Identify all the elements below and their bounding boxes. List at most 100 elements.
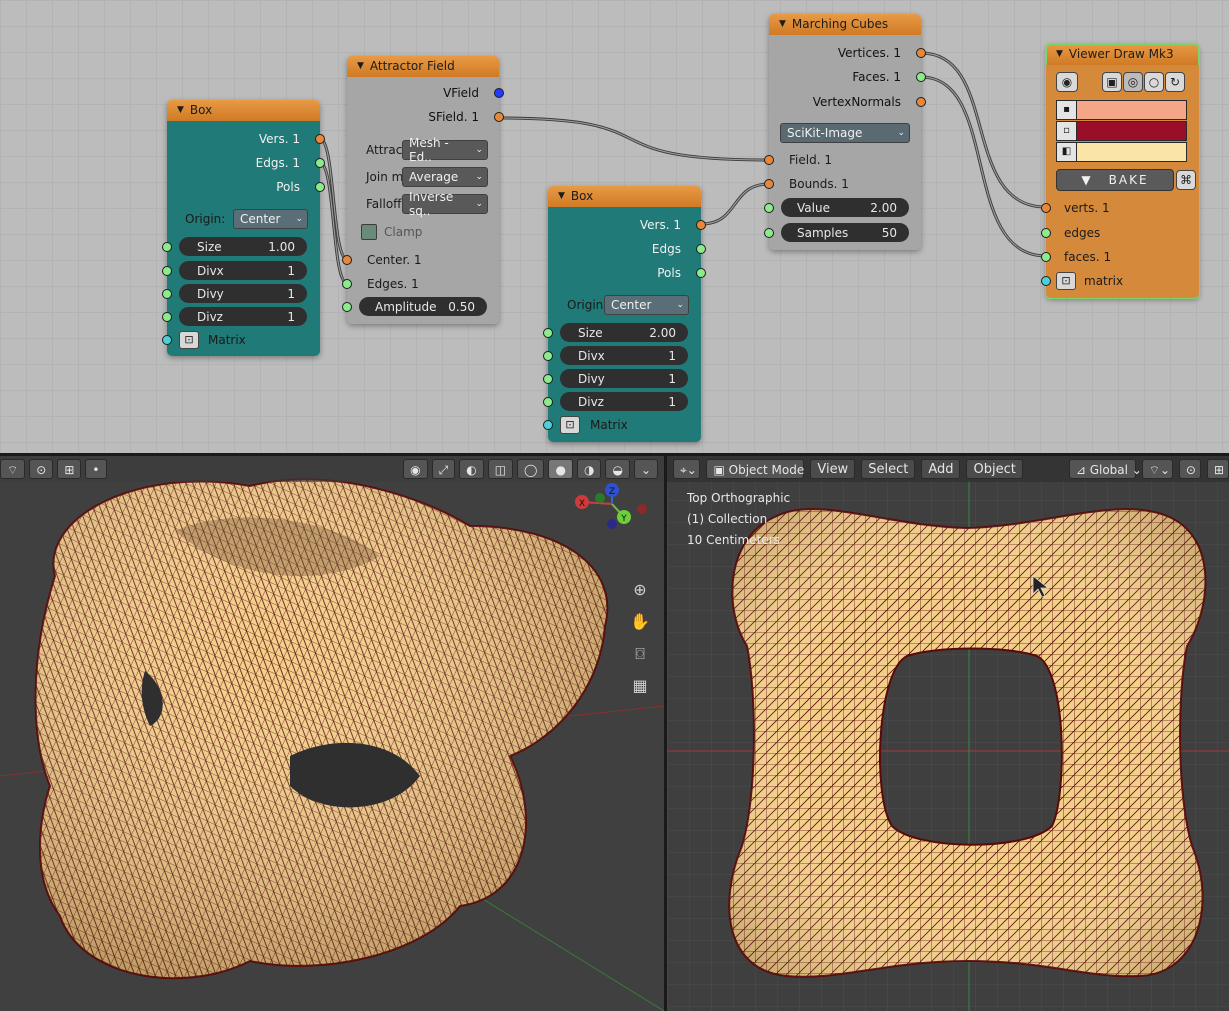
material-shading-icon[interactable]: ◑: [576, 459, 602, 479]
amplitude-field[interactable]: Amplitude 0.50: [359, 297, 487, 316]
collapse-arrow-icon[interactable]: ▼: [779, 14, 786, 35]
snap-icon[interactable]: ⊙: [29, 459, 54, 479]
gizmo-toggle-icon[interactable]: ⤢: [431, 459, 456, 479]
face-color-swatch[interactable]: [1077, 143, 1186, 161]
menu-add[interactable]: Add: [921, 459, 961, 479]
pols-socket[interactable]: [315, 182, 325, 192]
viewport-perspective[interactable]: X Y Z ⌔ ⊙ ⊞ • ◉ ⤢ ◐ ◫ ◯ ● ◑ ◒ ⌄ ⊕ ✋ ⌼ ▦: [0, 456, 664, 1011]
edge-color-row[interactable]: ▫: [1056, 121, 1187, 141]
matrix-icon[interactable]: ⊡: [1056, 272, 1076, 290]
falloff-dropdown[interactable]: Inverse sq.. ⌄: [402, 190, 488, 218]
cube-icon[interactable]: ▣: [1102, 72, 1122, 92]
divy-field[interactable]: Divy 1: [179, 284, 307, 303]
refresh-icon[interactable]: ↻: [1165, 72, 1185, 92]
divx-socket[interactable]: [162, 266, 172, 276]
center-socket[interactable]: [342, 255, 352, 265]
vfield-socket[interactable]: [494, 88, 504, 98]
editor-type-icon[interactable]: ⌖⌄: [673, 459, 701, 479]
vers-socket[interactable]: [315, 134, 325, 144]
divy-field[interactable]: Divy 1: [560, 369, 688, 388]
sphere-icon[interactable]: ◎: [1123, 72, 1143, 92]
vertexnormals-socket[interactable]: [916, 97, 926, 107]
divx-field[interactable]: Divx 1: [560, 346, 688, 365]
solid-shading-icon[interactable]: ●: [548, 459, 573, 479]
mode-dropdown[interactable]: ▣ Object Mode ⌄: [706, 459, 818, 479]
box-node-1-header[interactable]: ▼ Box: [167, 100, 320, 121]
snap-target-icon[interactable]: ⊞: [1206, 459, 1229, 479]
attract-dropdown[interactable]: Mesh - Ed.. ⌄: [402, 136, 488, 164]
vertex-color-row[interactable]: ▪: [1056, 100, 1187, 120]
join-dropdown[interactable]: Average ⌄: [402, 167, 488, 187]
edges-socket[interactable]: [1041, 228, 1051, 238]
collapse-arrow-icon[interactable]: ▼: [558, 186, 565, 207]
box-node-2[interactable]: ▼ Box Vers. 1 Edgs Pols Origin: Center ⌄ …: [543, 186, 706, 442]
edgs-socket[interactable]: [315, 158, 325, 168]
pols-socket[interactable]: [696, 268, 706, 278]
size-field[interactable]: Size 1.00: [179, 237, 307, 256]
hand-icon[interactable]: ✋: [628, 610, 652, 634]
xray-icon[interactable]: ◫: [487, 459, 514, 479]
matrix-icon[interactable]: ⊡: [560, 416, 580, 434]
matrix-socket[interactable]: [162, 335, 172, 345]
bake-button[interactable]: ▼ BAKE: [1056, 169, 1174, 191]
viewer-header[interactable]: ▼ Viewer Draw Mk3: [1046, 44, 1199, 65]
matrix-socket[interactable]: [1041, 276, 1051, 286]
node-editor[interactable]: ▼ Box Vers. 1 Edgs. 1 Pols Origin: Cente…: [0, 0, 1229, 455]
viewport-top-orthographic[interactable]: ⌖⌄ ▣ Object Mode ⌄ View Select Add Objec…: [667, 456, 1229, 1011]
divz-field[interactable]: Divz 1: [560, 392, 688, 411]
face-color-row[interactable]: ◧: [1056, 142, 1187, 162]
value-socket[interactable]: [764, 203, 774, 213]
divx-field[interactable]: Divx 1: [179, 261, 307, 280]
orientation-dropdown[interactable]: ⊿ Global ⌄: [1068, 459, 1142, 479]
camera-icon[interactable]: ⌼: [628, 642, 652, 666]
vers-socket[interactable]: [696, 220, 706, 230]
vertex-color-swatch[interactable]: [1077, 101, 1186, 119]
clamp-checkbox[interactable]: [361, 224, 377, 240]
field-socket[interactable]: [764, 155, 774, 165]
divy-socket[interactable]: [162, 289, 172, 299]
faces-socket[interactable]: [916, 72, 926, 82]
divz-field[interactable]: Divz 1: [179, 307, 307, 326]
overlays-icon[interactable]: ◐: [459, 459, 484, 479]
attractor-field-node[interactable]: ▼ Attractor Field VField SField. 1 Attra…: [342, 56, 504, 324]
vertices-socket[interactable]: [916, 48, 926, 58]
attractor-header[interactable]: ▼ Attractor Field: [347, 56, 499, 77]
transform-pivot-icon[interactable]: ⌔: [0, 459, 26, 479]
settings-icon[interactable]: ⌘: [1176, 170, 1196, 190]
menu-object[interactable]: Object: [966, 459, 1023, 479]
zoom-icon[interactable]: ⊕: [628, 578, 652, 602]
menu-select[interactable]: Select: [861, 459, 916, 479]
collapse-arrow-icon[interactable]: ▼: [1056, 44, 1063, 65]
proportional-icon[interactable]: •: [85, 459, 108, 479]
visibility-icon[interactable]: ◉: [403, 459, 428, 479]
marching-header[interactable]: ▼ Marching Cubes: [769, 14, 921, 35]
samples-socket[interactable]: [764, 228, 774, 238]
box-node-1[interactable]: ▼ Box Vers. 1 Edgs. 1 Pols Origin: Cente…: [162, 100, 325, 356]
divz-socket[interactable]: [543, 397, 553, 407]
snap-icon[interactable]: ⊙: [1178, 459, 1201, 479]
snap-target-icon[interactable]: ⊞: [57, 459, 82, 479]
eye-icon[interactable]: ◉: [1056, 72, 1078, 92]
pivot-icon[interactable]: ⌔⌄: [1141, 459, 1173, 479]
marching-cubes-node[interactable]: ▼ Marching Cubes Vertices. 1 Faces. 1 Ve…: [764, 14, 926, 250]
bounds-socket[interactable]: [764, 179, 774, 189]
samples-field[interactable]: Samples 50: [781, 223, 909, 242]
edgs-socket[interactable]: [696, 244, 706, 254]
faces-socket[interactable]: [1041, 252, 1051, 262]
collapse-arrow-icon[interactable]: ▼: [177, 100, 184, 121]
rendered-shading-icon[interactable]: ◒: [605, 459, 630, 479]
origin-dropdown[interactable]: Center ⌄: [233, 209, 308, 229]
divy-socket[interactable]: [543, 374, 553, 384]
origin-dropdown[interactable]: Center ⌄: [604, 295, 689, 315]
edges-socket[interactable]: [342, 279, 352, 289]
circle-icon[interactable]: ○: [1144, 72, 1164, 92]
grid-icon[interactable]: ▦: [628, 674, 652, 698]
divx-socket[interactable]: [543, 351, 553, 361]
size-field[interactable]: Size 2.00: [560, 323, 688, 342]
amplitude-socket[interactable]: [342, 302, 352, 312]
matrix-icon[interactable]: ⊡: [179, 331, 199, 349]
wireframe-shading-icon[interactable]: ◯: [517, 459, 545, 479]
menu-view[interactable]: View: [810, 459, 856, 479]
value-field[interactable]: Value 2.00: [781, 198, 909, 217]
size-socket[interactable]: [543, 328, 553, 338]
